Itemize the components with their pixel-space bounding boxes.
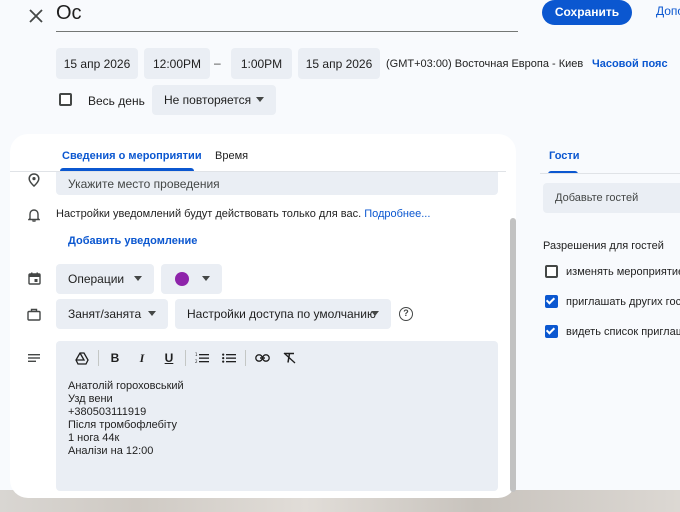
chevron-down-icon (202, 276, 210, 281)
description-icon (26, 350, 42, 366)
briefcase-icon (26, 306, 42, 322)
busy-status-select[interactable]: Занят/занята (56, 299, 168, 329)
permission-modify-checkbox[interactable] (545, 265, 558, 278)
visibility-select[interactable]: Настройки доступа по умолчанию (175, 299, 391, 329)
clear-format-icon[interactable] (279, 348, 299, 368)
toolbar-divider (245, 350, 246, 366)
more-options-link[interactable]: Допо (656, 4, 680, 18)
underline-icon[interactable]: U (159, 348, 179, 368)
end-time-chip[interactable]: 1:00PM (231, 48, 292, 79)
location-placeholder: Укажите место проведения (68, 176, 220, 191)
calendar-value: Операции (68, 272, 125, 286)
add-guests-placeholder: Добавьте гостей (555, 192, 639, 204)
bell-icon (26, 207, 42, 223)
description-line: Аналізи на 12:00 (68, 445, 154, 457)
repeat-value: Не повторяется (164, 93, 252, 107)
start-date-chip[interactable]: 15 апр 2026 (56, 48, 138, 79)
learn-more-link[interactable]: Подробнее... (364, 208, 430, 220)
chevron-down-icon (371, 311, 379, 316)
calendar-select[interactable]: Операции (56, 264, 154, 294)
busy-status-value: Занят/занята (68, 307, 142, 321)
description-line: Анатолій гороховський (68, 380, 184, 392)
calendar-icon (26, 270, 42, 286)
visibility-value: Настройки доступа по умолчанию (187, 307, 377, 321)
end-date-chip[interactable]: 15 апр 2026 (298, 48, 380, 79)
drive-icon[interactable] (72, 348, 92, 368)
permission-modify-label: изменять мероприятие (566, 266, 680, 278)
close-button[interactable] (22, 2, 50, 30)
close-icon (29, 9, 43, 23)
title-field[interactable]: Ос (56, 0, 518, 32)
link-icon[interactable] (252, 348, 272, 368)
toolbar-divider (185, 350, 186, 366)
numbered-list-icon[interactable]: 1 2 (192, 348, 212, 368)
bold-icon[interactable]: B (105, 348, 125, 368)
help-icon[interactable]: ? (399, 307, 413, 321)
permission-see-list-label: видеть список приглаш (566, 326, 680, 338)
tab-guests[interactable]: Гости (549, 150, 580, 162)
description-line: Узд вени (68, 393, 113, 405)
allday-checkbox[interactable] (59, 93, 72, 106)
italic-icon[interactable]: I (132, 348, 152, 368)
tab-event-details[interactable]: Сведения о мероприятии (62, 150, 202, 162)
guests-divider (540, 173, 680, 174)
chevron-down-icon (256, 97, 264, 102)
event-color-swatch (175, 272, 189, 286)
guest-permissions-title: Разрешения для гостей (543, 240, 664, 252)
svg-text:1: 1 (195, 352, 198, 357)
bulleted-list-icon[interactable] (219, 348, 239, 368)
event-color-select[interactable] (161, 264, 222, 294)
location-input[interactable]: Укажите место проведения (56, 172, 498, 195)
allday-label: Весь день (88, 94, 145, 108)
timezone-label: (GMT+03:00) Восточная Европа - Киев (386, 58, 584, 70)
title-input[interactable]: Ос (56, 0, 518, 30)
description-line: 1 нога 44к (68, 432, 120, 444)
start-time-chip[interactable]: 12:00PM (144, 48, 210, 79)
check-icon (545, 325, 556, 335)
permission-invite-label: приглашать других гост (566, 296, 680, 308)
description-line: Після тромбофлебіту (68, 419, 178, 431)
description-content[interactable]: Анатолій гороховський Узд вени +38050311… (68, 380, 184, 458)
notification-info: Настройки уведомлений будут действовать … (56, 208, 430, 220)
repeat-select[interactable]: Не повторяется (152, 85, 276, 115)
toolbar-divider (98, 350, 99, 366)
save-button[interactable]: Сохранить (542, 0, 632, 25)
add-notification-button[interactable]: Добавить уведомление (68, 235, 197, 247)
svg-text:2: 2 (195, 359, 198, 364)
description-line: +380503111919 (68, 406, 147, 418)
notification-text: Настройки уведомлений будут действовать … (56, 208, 362, 220)
add-guests-input[interactable]: Добавьте гостей (543, 183, 680, 213)
check-icon (545, 295, 556, 305)
timezone-link[interactable]: Часовой пояс (592, 58, 668, 70)
permission-invite-checkbox[interactable] (545, 295, 558, 308)
card-scrollbar[interactable] (510, 218, 516, 492)
location-pin-icon (26, 172, 42, 188)
permission-see-list-checkbox[interactable] (545, 325, 558, 338)
time-separator: – (214, 56, 221, 70)
chevron-down-icon (134, 276, 142, 281)
tab-time[interactable]: Время (215, 150, 248, 162)
chevron-down-icon (148, 311, 156, 316)
